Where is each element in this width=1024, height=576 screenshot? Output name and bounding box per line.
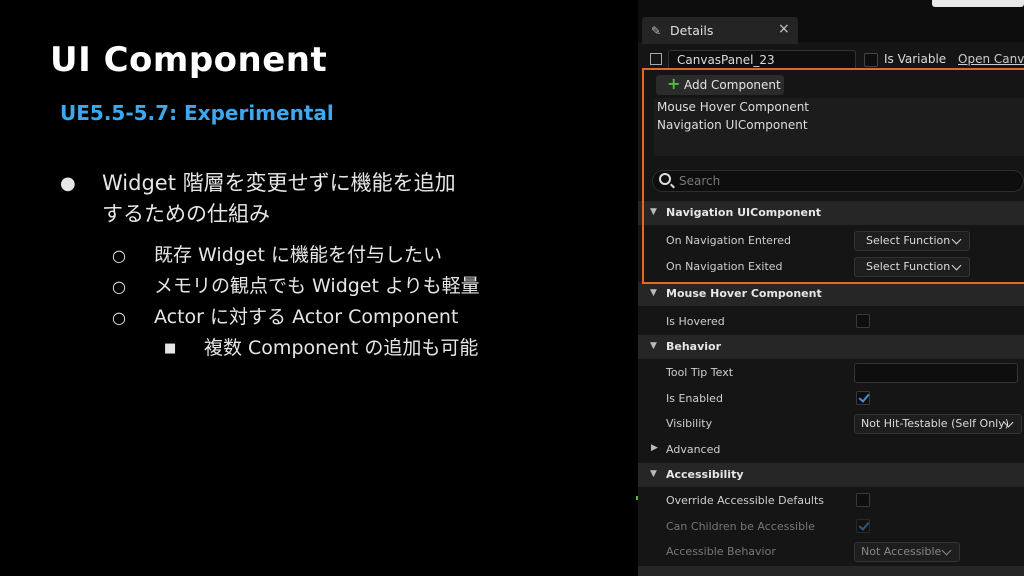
slide-title: UI Component: [50, 40, 328, 80]
visibility-dropdown[interactable]: Not Hit-Testable (Self Only): [854, 414, 1022, 434]
property-label: Is Hovered: [666, 315, 725, 328]
cursor-marker: [636, 496, 638, 500]
section-accessibility[interactable]: ▼ Accessibility: [638, 463, 1024, 487]
row-is-hovered: Is Hovered: [638, 309, 1024, 335]
property-label: Override Accessible Defaults: [666, 494, 825, 507]
dropdown-value: Not Accessible: [861, 545, 942, 558]
collapse-arrow-icon: ▼: [650, 469, 657, 479]
chevron-down-icon: [951, 260, 962, 271]
property-label: On Navigation Entered: [666, 234, 791, 247]
tab-details[interactable]: ✎ Details ×: [642, 17, 798, 44]
bullet-glyph: ●: [60, 173, 76, 194]
sub-bullet-1: ○ 既存 Widget に機能を付与したい: [60, 240, 582, 271]
row-on-navigation-entered: On Navigation Entered Select Function: [638, 228, 1024, 254]
section-title: Behavior: [666, 340, 722, 353]
override-accessible-defaults-checkbox[interactable]: [856, 493, 870, 507]
slide-content: UI Component UE5.5-5.7: Experimental ● W…: [0, 0, 638, 576]
widget-name-row: CanvasPanel_23 Is Variable Open Canvas: [638, 48, 1024, 72]
sub-bullet-glyph: ○: [112, 308, 126, 327]
window-edge-accent: [932, 0, 1024, 7]
component-list: Mouse Hover Component Navigation UICompo…: [654, 98, 1024, 156]
is-variable-checkbox[interactable]: [864, 53, 878, 67]
row-is-enabled: Is Enabled: [638, 386, 1024, 412]
sub-bullet-glyph: ○: [112, 277, 126, 296]
row-advanced[interactable]: ▶ Advanced: [638, 437, 1024, 463]
tab-bar: ✎ Details ×: [638, 0, 1024, 44]
chevron-down-icon: [941, 545, 952, 556]
section-title: Navigation UIComponent: [666, 206, 822, 219]
bullet-main-line1: Widget 階層を変更せずに機能を追加: [102, 171, 456, 195]
sub-bullet-glyph: ○: [112, 246, 126, 265]
slide-subtitle: UE5.5-5.7: Experimental: [60, 101, 334, 125]
bullet-main-line2: するための仕組み: [102, 202, 270, 226]
row-accessible-behavior: Accessible Behavior Not Accessible: [638, 539, 1024, 565]
row-on-navigation-exited: On Navigation Exited Select Function: [638, 254, 1024, 280]
collapse-arrow-icon: ▼: [650, 341, 657, 351]
is-hovered-checkbox[interactable]: [856, 314, 870, 328]
search-placeholder: Search: [679, 174, 721, 188]
row-override-accessible-defaults: Override Accessible Defaults: [638, 488, 1024, 514]
add-component-button[interactable]: + Add Component: [656, 74, 784, 95]
sub-sub-bullet-glyph: ■: [164, 341, 177, 356]
open-canvas-link[interactable]: Open Canvas: [958, 52, 1024, 66]
section-collapsed-partial: [638, 566, 1024, 576]
can-children-be-accessible-checkbox[interactable]: [856, 519, 870, 533]
section-mouse-hover-component[interactable]: ▼ Mouse Hover Component: [638, 282, 1024, 306]
row-tool-tip-text: Tool Tip Text: [638, 360, 1024, 386]
sub-bullet-text: Actor に対する Actor Component: [154, 306, 459, 328]
collapse-arrow-icon: ▼: [650, 207, 657, 217]
sub-sub-bullet: ■ 複数 Component の追加も可能: [60, 333, 582, 364]
dropdown-value: Not Hit-Testable (Self Only): [861, 417, 1010, 430]
section-title: Advanced: [666, 443, 721, 456]
widget-icon: [650, 53, 662, 65]
property-label: Tool Tip Text: [666, 366, 734, 379]
property-label: Accessible Behavior: [666, 545, 776, 558]
is-enabled-checkbox[interactable]: [856, 391, 870, 405]
sub-bullet-2: ○ メモリの観点でも Widget よりも軽量: [60, 271, 582, 302]
sub-bullet-text: 既存 Widget に機能を付与したい: [154, 244, 442, 266]
list-item[interactable]: Navigation UIComponent: [657, 118, 808, 132]
is-variable-label: Is Variable: [884, 52, 947, 66]
widget-name-input[interactable]: CanvasPanel_23: [668, 50, 856, 70]
bullet-main: ● Widget 階層を変更せずに機能を追加 するための仕組み: [60, 168, 582, 230]
close-icon[interactable]: ×: [778, 21, 790, 37]
chevron-down-icon: [951, 234, 962, 245]
section-navigation-uicomponent[interactable]: ▼ Navigation UIComponent: [638, 201, 1024, 225]
list-item[interactable]: Mouse Hover Component: [657, 100, 809, 114]
sub-sub-bullet-text: 複数 Component の追加も可能: [204, 337, 479, 359]
tool-tip-text-input[interactable]: [854, 363, 1018, 383]
plus-icon: +: [667, 74, 681, 93]
row-visibility: Visibility Not Hit-Testable (Self Only): [638, 411, 1024, 437]
accessible-behavior-dropdown[interactable]: Not Accessible: [854, 542, 960, 562]
select-function-dropdown[interactable]: Select Function: [854, 257, 970, 277]
property-label: On Navigation Exited: [666, 260, 783, 273]
property-label: Can Children be Accessible: [666, 520, 815, 533]
dropdown-value: Select Function: [866, 260, 951, 273]
collapse-arrow-icon: ▼: [650, 288, 657, 298]
pencil-icon: ✎: [651, 24, 662, 38]
section-title: Mouse Hover Component: [666, 287, 822, 300]
property-label: Is Enabled: [666, 392, 723, 405]
dropdown-value: Select Function: [866, 234, 951, 247]
section-behavior[interactable]: ▼ Behavior: [638, 335, 1024, 359]
search-icon: [659, 173, 671, 185]
property-label: Visibility: [666, 417, 713, 430]
row-can-children-be-accessible: Can Children be Accessible: [638, 514, 1024, 540]
add-component-label: Add Component: [684, 78, 781, 92]
section-title: Accessibility: [666, 468, 744, 481]
sub-bullet-text: メモリの観点でも Widget よりも軽量: [154, 275, 480, 297]
bullet-list: ● Widget 階層を変更せずに機能を追加 するための仕組み ○ 既存 Wid…: [60, 168, 582, 364]
details-panel: ✎ Details × CanvasPanel_23 Is Variable O…: [638, 0, 1024, 576]
select-function-dropdown[interactable]: Select Function: [854, 231, 970, 251]
expand-arrow-icon: ▶: [651, 443, 658, 453]
sub-bullet-3: ○ Actor に対する Actor Component: [60, 302, 582, 333]
search-input[interactable]: Search: [652, 170, 1024, 192]
tab-details-label: Details: [670, 23, 714, 38]
